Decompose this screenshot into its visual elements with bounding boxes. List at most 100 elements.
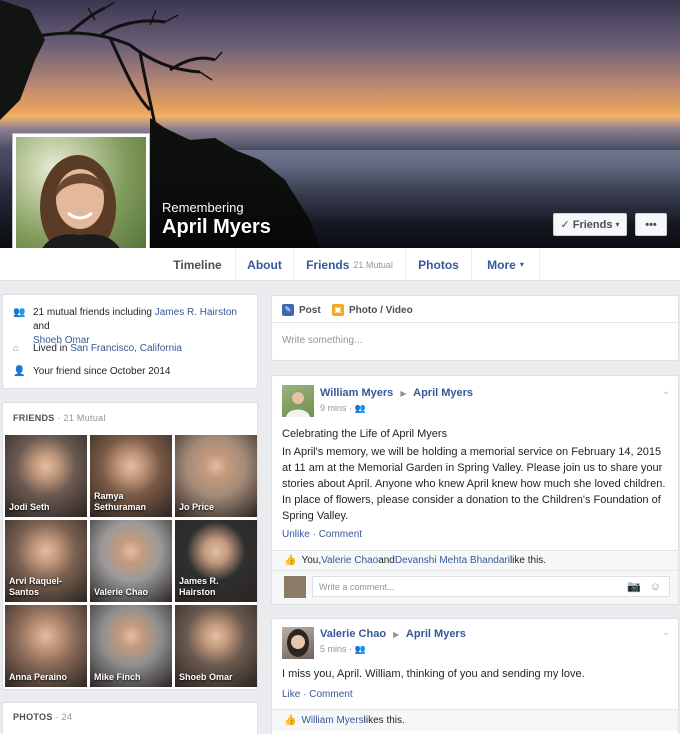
arrow-right-icon: ▶ xyxy=(400,389,407,398)
home-icon: ⌂ xyxy=(13,343,20,354)
like-link[interactable]: Like xyxy=(282,689,300,700)
friends-button[interactable]: ✓ Friends ▾ xyxy=(553,213,627,236)
post-author-link[interactable]: Valerie Chao xyxy=(320,628,386,640)
post-author-line: Valerie Chao ▶ April Myers xyxy=(320,628,466,640)
composer-input[interactable]: Write something... xyxy=(282,335,362,346)
tab-timeline-label: Timeline xyxy=(173,257,222,272)
friend-tile[interactable]: Mike Finch xyxy=(90,605,172,687)
intro-friend-since: 👤 Your friend since October 2014 xyxy=(13,365,171,379)
chevron-down-icon[interactable]: ⌄ xyxy=(662,627,670,638)
more-options-button[interactable]: ••• xyxy=(635,213,667,236)
friend-name: Anna Peraino xyxy=(9,672,68,682)
friend-name: Shoeb Omar xyxy=(179,672,233,682)
post-time[interactable]: 9 mins · xyxy=(320,403,355,413)
likes-row: 👍 William Myers likes this. xyxy=(272,709,678,731)
friend-name: James R. Hairston xyxy=(179,576,219,597)
friend-name: Valerie Chao xyxy=(94,587,149,597)
photo-video-label: Photo / Video xyxy=(349,304,413,316)
camera-icon[interactable]: 📷 xyxy=(627,580,641,593)
photo-icon: ▣ xyxy=(332,304,344,316)
tab-timeline[interactable]: Timeline xyxy=(160,248,236,281)
lived-prefix: Lived in xyxy=(33,343,71,354)
tab-about[interactable]: About xyxy=(236,248,294,281)
emoji-icon[interactable]: ☺ xyxy=(650,581,661,593)
author-avatar[interactable] xyxy=(282,385,314,417)
mutual-friend-link[interactable]: James R. Hairston xyxy=(155,307,237,318)
tab-photos-label: Photos xyxy=(418,257,459,272)
friend-name: Ramya Sethuraman xyxy=(94,491,147,512)
comment-link[interactable]: Comment xyxy=(309,689,352,700)
post-time[interactable]: 5 mins · xyxy=(320,644,355,654)
post-tab[interactable]: ✎ Post xyxy=(282,304,321,316)
photo-video-tab[interactable]: ▣ Photo / Video xyxy=(332,304,413,316)
liker-link[interactable]: William Myers xyxy=(301,715,363,726)
friends-title: FRIENDS xyxy=(13,413,55,423)
post-target-link[interactable]: April Myers xyxy=(413,387,473,399)
author-avatar[interactable] xyxy=(282,627,314,659)
friends-privacy-icon[interactable]: 👥 xyxy=(355,403,366,413)
post-target-link[interactable]: April Myers xyxy=(406,628,466,640)
photos-section-title[interactable]: PHOTOS · 24 xyxy=(13,712,72,722)
liker-link[interactable]: Valerie Chao xyxy=(321,555,378,566)
friend-tile[interactable]: Jo Price xyxy=(175,435,257,517)
city-link[interactable]: San Francisco, California xyxy=(70,343,182,354)
caret-down-icon: ▾ xyxy=(615,220,620,229)
liker-link[interactable]: Devanshi Mehta Bhandari xyxy=(395,555,510,566)
chevron-down-icon[interactable]: ⌄ xyxy=(662,386,670,397)
tab-more[interactable]: More ▾ xyxy=(472,248,540,281)
post-author-link[interactable]: William Myers xyxy=(320,387,393,399)
friends-count: · 21 Mutual xyxy=(54,413,106,423)
likes-prefix: You, xyxy=(301,555,322,566)
profile-name[interactable]: April Myers xyxy=(162,216,271,239)
friend-tile[interactable]: James R. Hairston xyxy=(175,520,257,602)
pencil-icon: ✎ xyxy=(282,304,294,316)
post-meta: 9 mins · 👥 xyxy=(320,403,366,414)
mutual-and: and xyxy=(33,321,50,332)
friend-tile[interactable]: Arvi Raquel-Santos xyxy=(5,520,87,602)
unlike-link[interactable]: Unlike xyxy=(282,529,310,540)
comment-link[interactable]: Comment xyxy=(319,529,362,540)
friend-name: Jo Price xyxy=(179,502,215,512)
tab-friends[interactable]: Friends 21 Mutual xyxy=(294,248,406,281)
more-icon: ••• xyxy=(645,218,657,231)
friends-section-title[interactable]: FRIENDS · 21 Mutual xyxy=(13,413,106,423)
divider xyxy=(272,322,678,323)
friends-privacy-icon[interactable]: 👥 xyxy=(355,644,366,654)
thumbs-up-icon: 👍 xyxy=(284,715,297,726)
arrow-right-icon: ▶ xyxy=(393,630,400,639)
post-title: Celebrating the Life of April Myers xyxy=(282,428,448,440)
likes-row: 👍 You, Valerie Chao and Devanshi Mehta B… xyxy=(272,550,678,570)
intro-card: 👥 21 mutual friends including James R. H… xyxy=(2,294,258,389)
post-actions: Like · Comment xyxy=(282,689,353,700)
commenter-avatar xyxy=(284,576,306,598)
likes-and: and xyxy=(378,555,395,566)
photos-card: PHOTOS · 24 xyxy=(2,702,258,734)
caret-down-icon: ▾ xyxy=(519,260,524,269)
composer-card: ✎ Post ▣ Photo / Video Write something..… xyxy=(271,295,679,361)
post-card: William Myers ▶ April Myers 9 mins · 👥 ⌄… xyxy=(271,375,679,605)
friend-tile[interactable]: Shoeb Omar xyxy=(175,605,257,687)
photos-title: PHOTOS xyxy=(13,712,53,722)
post-tab-label: Post xyxy=(299,304,321,316)
friend-name: Mike Finch xyxy=(94,672,141,682)
post-actions: Unlike · Comment xyxy=(282,529,363,540)
tab-more-label: More xyxy=(487,257,516,272)
comment-input[interactable]: Write a comment... 📷 ☺ xyxy=(312,576,670,597)
friends-button-label: Friends xyxy=(572,218,613,231)
friend-name: Jodi Seth xyxy=(9,502,50,512)
friend-tile[interactable]: Valerie Chao xyxy=(90,520,172,602)
likes-suffix: likes this. xyxy=(363,715,405,726)
likes-suffix: like this. xyxy=(509,555,547,566)
tab-photos[interactable]: Photos xyxy=(406,248,472,281)
post-body: In April's memory, we will be holding a … xyxy=(282,446,666,522)
friend-tile[interactable]: Ramya Sethuraman xyxy=(90,435,172,517)
profile-portrait xyxy=(36,155,126,265)
friend-tile[interactable]: Anna Peraino xyxy=(5,605,87,687)
friend-since-text: Your friend since October 2014 xyxy=(33,366,171,377)
tab-friends-label: Friends xyxy=(306,257,350,272)
intro-lived: ⌂ Lived in San Francisco, California xyxy=(13,342,182,356)
friend-tile[interactable]: Jodi Seth xyxy=(5,435,87,517)
post-body: I miss you, April. William, thinking of … xyxy=(282,668,585,680)
friends-card: FRIENDS · 21 Mutual Jodi Seth Ramya Sethu… xyxy=(2,402,258,690)
post-card: Valerie Chao ▶ April Myers 5 mins · 👥 ⌄ … xyxy=(271,618,679,734)
